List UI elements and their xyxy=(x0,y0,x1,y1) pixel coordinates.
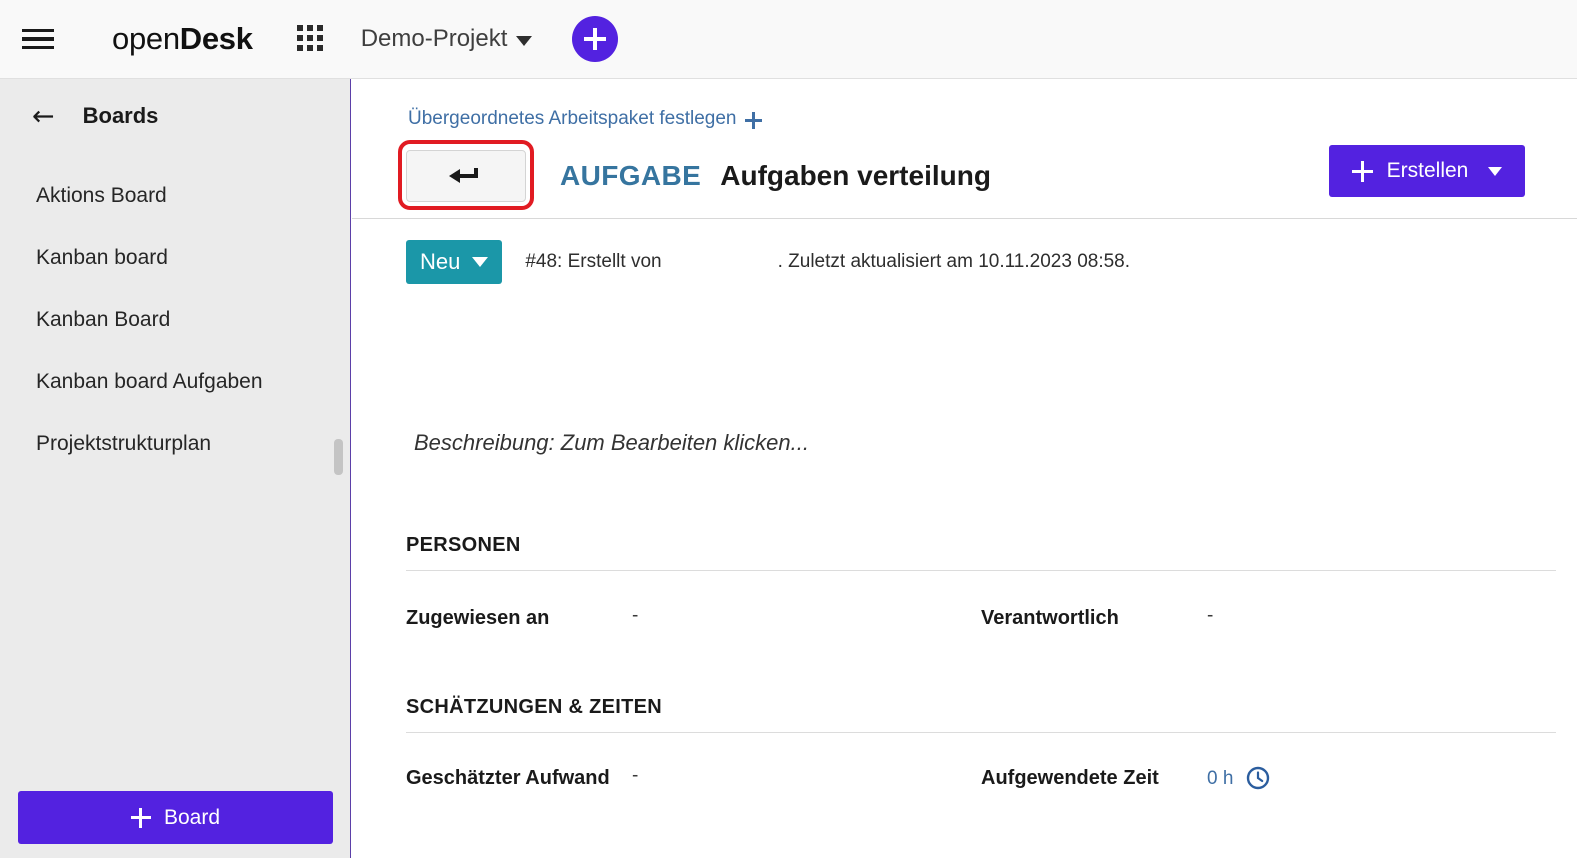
section-divider xyxy=(406,732,1556,733)
grid-dot xyxy=(316,25,323,31)
sidebar-item-label: Kanban board Aufgaben xyxy=(36,370,263,393)
sidebar-item-label: Kanban board xyxy=(36,246,168,269)
attribute-estimated-effort: Geschätzter Aufwand - xyxy=(406,762,981,794)
sidebar: ← Boards Aktions Board Kanban board Kanb… xyxy=(0,79,351,858)
meta-created-by: #48: Erstellt von xyxy=(525,251,662,272)
estimated-effort-label: Geschätzter Aufwand xyxy=(406,767,610,789)
plus-glyph xyxy=(584,28,607,50)
plus-icon xyxy=(744,111,762,129)
breadcrumb-label: Übergeordnetes Arbeitspaket festlegen xyxy=(408,108,737,129)
grid-apps-icon[interactable] xyxy=(296,25,325,53)
back-button-wrapper xyxy=(398,140,534,210)
brand-prefix: open xyxy=(112,21,180,56)
section-schaetzungen-zeiten: SCHÄTZUNGEN & ZEITEN xyxy=(406,696,1556,733)
status-badge[interactable]: Neu xyxy=(406,240,503,284)
hamburger-bar xyxy=(22,28,54,33)
brand-logo[interactable]: openDesk xyxy=(112,21,253,57)
meta-updated-at: . Zuletzt aktualisiert am 10.11.2023 08:… xyxy=(777,251,1131,272)
sidebar-scrollbar[interactable] xyxy=(334,79,343,858)
arrow-left-icon[interactable]: ← xyxy=(32,103,55,130)
plus-circle-icon[interactable] xyxy=(572,16,619,62)
sidebar-item-kanban-board-aufgaben[interactable]: Kanban board Aufgaben xyxy=(0,351,350,413)
project-name: Demo-Projekt xyxy=(360,25,508,52)
estimated-effort-value[interactable]: - xyxy=(632,762,638,787)
sidebar-item-label: Aktions Board xyxy=(36,184,167,207)
attribute-accountable: Verantwortlich - xyxy=(981,602,1556,634)
hamburger-icon[interactable] xyxy=(22,25,58,53)
work-package-type: AUFGABE xyxy=(560,160,702,191)
section-title-schaetzungen: SCHÄTZUNGEN & ZEITEN xyxy=(406,696,662,718)
sidebar-item-projektstrukturplan[interactable]: Projektstrukturplan xyxy=(0,413,350,475)
grid-dot xyxy=(316,45,323,51)
back-button[interactable] xyxy=(406,150,526,202)
grid-dot xyxy=(306,35,313,41)
grid-dot xyxy=(306,25,313,31)
description-placeholder[interactable]: Beschreibung: Zum Bearbeiten klicken... xyxy=(414,430,809,456)
add-board-label: Board xyxy=(163,805,221,829)
sidebar-item-kanban-board-lower[interactable]: Kanban board xyxy=(0,227,350,289)
create-button-label: Erstellen xyxy=(1386,159,1469,182)
sidebar-item-kanban-board-upper[interactable]: Kanban Board xyxy=(0,289,350,351)
work-package-detail: Übergeordnetes Arbeitspaket festlegen AU… xyxy=(352,79,1577,858)
spent-time-value[interactable]: 0 h xyxy=(1207,765,1233,790)
plus-icon xyxy=(1351,160,1373,182)
status-row: Neu #48: Erstellt von . Zuletzt aktualisi… xyxy=(406,240,1130,284)
assignee-label: Zugewiesen an xyxy=(406,607,550,629)
plus-icon xyxy=(130,807,151,828)
work-package-meta: #48: Erstellt von . Zuletzt aktualisiert … xyxy=(525,251,1130,273)
breadcrumb[interactable]: Übergeordnetes Arbeitspaket festlegen xyxy=(408,108,762,130)
attribute-spent-time: Aufgewendete Zeit 0 h xyxy=(981,762,1556,794)
attribute-assignee: Zugewiesen an - xyxy=(406,602,981,634)
back-return-arrow-icon xyxy=(449,168,478,183)
schaetzungen-attributes: Geschätzter Aufwand - Aufgewendete Zeit … xyxy=(406,762,1556,794)
brand-suffix: Desk xyxy=(179,21,253,56)
grid-dot xyxy=(316,35,323,41)
add-board-button[interactable]: Board xyxy=(18,791,333,844)
section-title-personen: PERSONEN xyxy=(406,534,521,556)
section-divider xyxy=(406,570,1556,571)
header-divider xyxy=(352,218,1577,219)
work-package-title-row: AUFGABE Aufgaben verteilung Erstellen xyxy=(398,140,1551,210)
grid-dot xyxy=(296,35,303,41)
status-label: Neu xyxy=(420,249,461,274)
sidebar-board-list: Aktions Board Kanban board Kanban Board … xyxy=(0,153,350,475)
chevron-down-icon xyxy=(1488,166,1503,176)
app-root: openDesk Demo-Projekt ← Boards Aktions B… xyxy=(0,0,1577,858)
sidebar-title: Boards xyxy=(82,103,159,128)
clock-icon[interactable] xyxy=(1246,766,1270,790)
section-personen: PERSONEN xyxy=(406,534,1556,571)
grid-dot xyxy=(296,25,303,31)
project-selector[interactable]: Demo-Projekt xyxy=(361,25,533,53)
assignee-value[interactable]: - xyxy=(632,602,638,627)
spent-time-label: Aufgewendete Zeit xyxy=(981,767,1159,789)
hamburger-bar xyxy=(22,45,54,50)
create-button[interactable]: Erstellen xyxy=(1329,145,1525,197)
chevron-down-icon xyxy=(516,36,533,46)
chevron-down-icon xyxy=(472,257,489,267)
work-package-subject[interactable]: Aufgaben verteilung xyxy=(720,160,991,192)
sidebar-item-aktions-board[interactable]: Aktions Board xyxy=(0,165,350,227)
spent-time-value-group: 0 h xyxy=(1207,762,1270,790)
grid-dot xyxy=(306,45,313,51)
sidebar-item-label: Projektstrukturplan xyxy=(36,432,212,455)
hamburger-bar xyxy=(22,37,54,41)
sidebar-item-label: Kanban Board xyxy=(36,308,171,331)
sidebar-header: ← Boards xyxy=(0,79,350,153)
accountable-label: Verantwortlich xyxy=(981,607,1119,629)
accountable-value[interactable]: - xyxy=(1207,602,1213,627)
grid-dot xyxy=(296,45,303,51)
sidebar-scrollbar-thumb[interactable] xyxy=(334,439,343,475)
top-bar: openDesk Demo-Projekt xyxy=(0,0,1577,79)
personen-attributes: Zugewiesen an - Verantwortlich - xyxy=(406,602,1556,634)
